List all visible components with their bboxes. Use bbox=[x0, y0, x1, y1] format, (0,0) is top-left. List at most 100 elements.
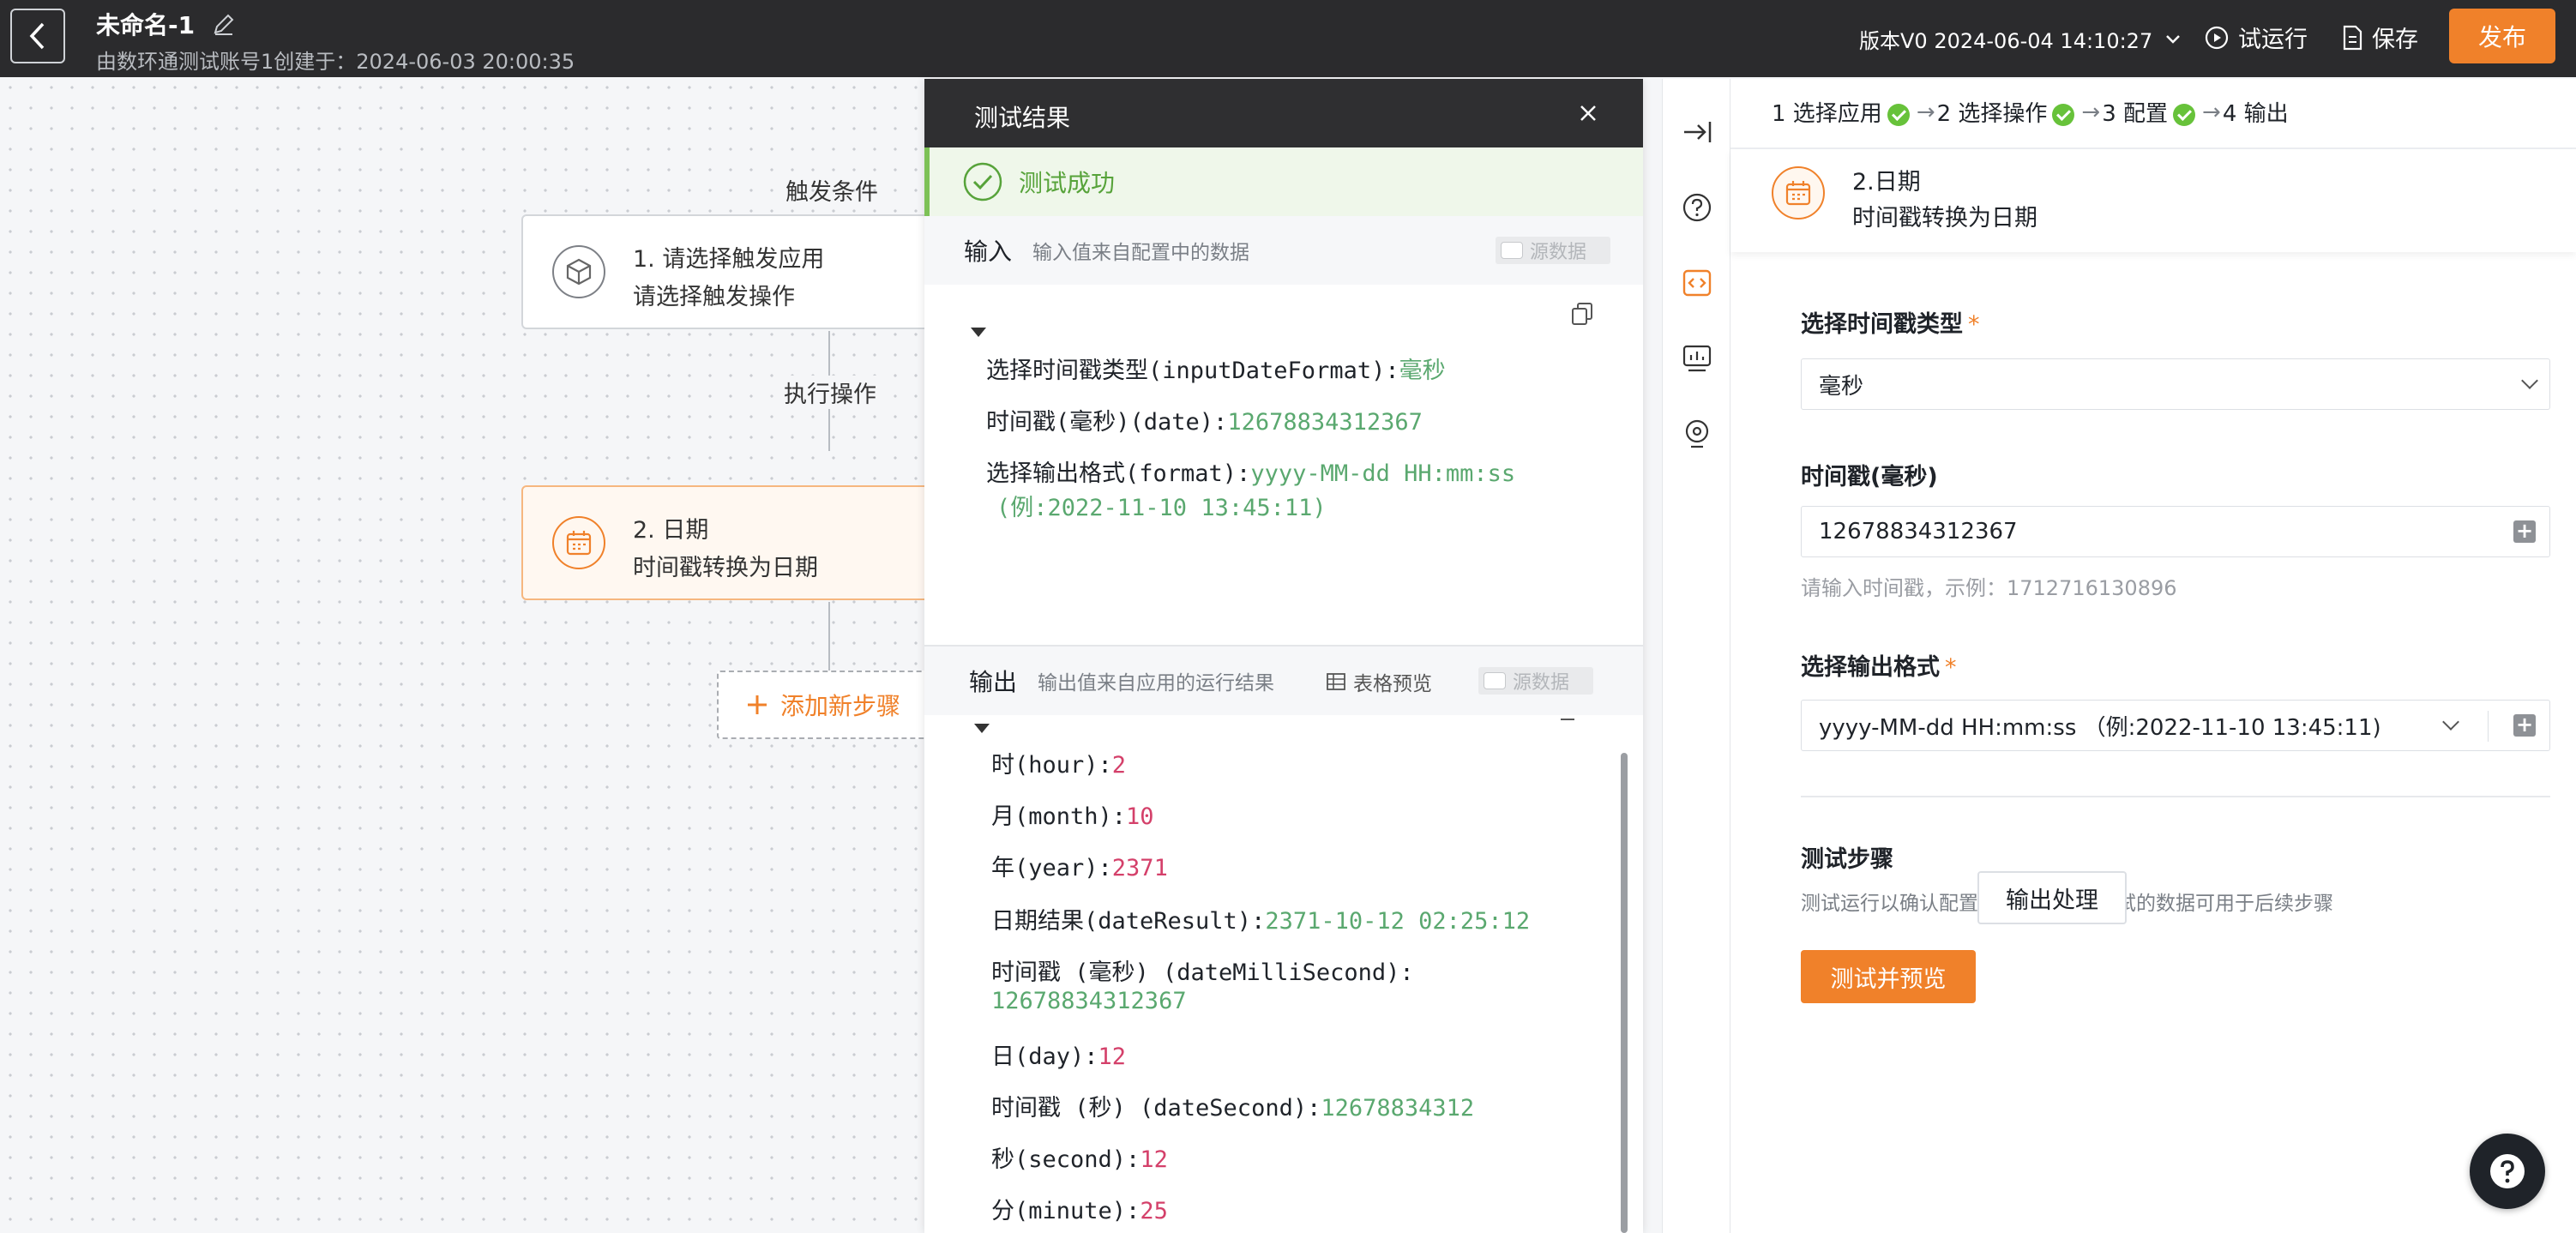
data-field-key: 年(year): bbox=[991, 855, 1112, 881]
step-2[interactable]: 2 选择操作 bbox=[1937, 96, 2080, 128]
data-field-value: 25 bbox=[1140, 1198, 1168, 1224]
date-node-title: 2. 日期 bbox=[633, 517, 709, 544]
calendar-icon bbox=[1772, 166, 1825, 220]
edit-icon[interactable] bbox=[211, 12, 237, 38]
arrow-right-icon: → bbox=[1916, 99, 1935, 125]
data-field-value-line: 12678834312367 bbox=[991, 988, 1187, 1014]
check-icon bbox=[2052, 103, 2075, 126]
data-field-row: 分(minute):25 bbox=[991, 1192, 1168, 1225]
version-label: 版本V0 2024-06-04 14:10:27 bbox=[1859, 29, 2153, 53]
output-format-select[interactable]: yyyy-MM-dd HH:mm:ss （例:2022-11-10 13:45:… bbox=[1801, 700, 2550, 751]
output-format-label-text: 选择输出格式 bbox=[1801, 654, 1940, 681]
data-field-key: 秒(second): bbox=[991, 1146, 1141, 1173]
publish-button[interactable]: 发布 bbox=[2449, 9, 2555, 63]
data-field-value: yyyy-MM-dd HH:mm:ss bbox=[1250, 460, 1516, 487]
divider bbox=[2488, 711, 2489, 742]
save-button[interactable]: 保存 bbox=[2341, 21, 2418, 54]
data-field-row: 年(year):2371 bbox=[991, 849, 1168, 882]
app-creator-info: 由数环通测试账号1创建于：2024-06-03 20:00:35 bbox=[96, 50, 575, 74]
data-field-key: 月(month): bbox=[991, 803, 1127, 830]
data-field-value: 12678834312367 bbox=[1227, 409, 1423, 436]
timestamp-type-label-text: 选择时间戳类型 bbox=[1801, 311, 1963, 338]
cube-icon bbox=[552, 245, 605, 298]
test-preview-button[interactable]: 测试并预览 bbox=[1801, 950, 1976, 1003]
help-button[interactable] bbox=[2470, 1134, 2545, 1209]
play-circle-icon bbox=[2205, 26, 2229, 49]
data-field-row: 月(month):10 bbox=[991, 797, 1154, 831]
data-field-value: 10 bbox=[1126, 803, 1154, 830]
node-subtitle: 时间戳转换为日期 bbox=[1852, 205, 2037, 232]
collapse-panel-icon[interactable] bbox=[1680, 115, 1714, 149]
version-selector[interactable]: 版本V0 2024-06-04 14:10:27 bbox=[1859, 24, 2182, 54]
table-preview-button[interactable]: 表格预览 bbox=[1326, 667, 1432, 696]
output-format-label: 选择输出格式 * bbox=[1801, 648, 1957, 682]
chevron-down-icon bbox=[2521, 372, 2538, 389]
test-run-button[interactable]: 试运行 bbox=[2204, 21, 2308, 54]
input-raw-data-toggle[interactable]: 源数据 bbox=[1496, 237, 1610, 264]
test-result-panel: 测试结果 测试成功 输入 输入值来自配置中的数据 源数据 选择时间戳类型(inp… bbox=[924, 79, 1643, 1233]
back-button[interactable] bbox=[10, 9, 65, 63]
data-field-value: 12678834312367 bbox=[991, 988, 1187, 1014]
timestamp-label: 时间戳(毫秒) bbox=[1801, 464, 1938, 490]
collapse-arrow-icon[interactable] bbox=[971, 328, 986, 337]
timestamp-input[interactable]: 12678834312367 + bbox=[1801, 506, 2550, 557]
insert-variable-icon[interactable]: + bbox=[2513, 520, 2536, 543]
output-scrollbar[interactable] bbox=[1621, 753, 1628, 1233]
data-field-value: 12 bbox=[1140, 1146, 1168, 1173]
copy-icon[interactable] bbox=[1571, 302, 1593, 326]
data-field-key: 时间戳(毫秒)(date): bbox=[986, 409, 1228, 436]
data-field-row: 选择输出格式(format):yyyy-MM-dd HH:mm:ss bbox=[986, 454, 1515, 488]
step-1-label: 1 选择应用 bbox=[1772, 101, 1882, 127]
output-processing-button[interactable]: 输出处理 bbox=[1977, 871, 2127, 924]
timestamp-type-value: 毫秒 bbox=[1819, 373, 1864, 400]
chevron-down-icon bbox=[2166, 34, 2181, 44]
date-node-subtitle: 时间戳转换为日期 bbox=[633, 555, 818, 581]
data-field-row: 时(hour):2 bbox=[991, 746, 1126, 779]
trigger-node-subtitle: 请选择触发操作 bbox=[633, 284, 795, 310]
step-4-label: 4 输出 bbox=[2222, 101, 2289, 127]
add-step-button[interactable]: 添加新步骤 bbox=[717, 671, 924, 739]
data-field-value: 12 bbox=[1098, 1044, 1127, 1070]
output-title: 输出 bbox=[969, 668, 1018, 696]
plus-icon bbox=[748, 695, 767, 714]
data-field-key: 时间戳 (秒) (dateSecond): bbox=[991, 1095, 1321, 1122]
collapse-arrow-icon[interactable] bbox=[974, 724, 990, 733]
required-mark: * bbox=[1968, 311, 1980, 338]
date-node[interactable]: 2. 日期 时间戳转换为日期 bbox=[521, 485, 924, 600]
data-field-row: 秒(second):12 bbox=[991, 1140, 1168, 1174]
top-bar: 未命名-1 由数环通测试账号1创建于：2024-06-03 20:00:35 版… bbox=[0, 0, 2576, 77]
trigger-node[interactable]: 1. 请选择触发应用 请选择触发操作 bbox=[521, 214, 924, 329]
location-pin-icon[interactable] bbox=[1680, 417, 1714, 451]
question-icon bbox=[2490, 1154, 2525, 1188]
code-config-icon[interactable] bbox=[1680, 266, 1714, 300]
collapse-all-icon[interactable] bbox=[1561, 719, 1574, 720]
app-title[interactable]: 未命名-1 bbox=[96, 7, 195, 41]
flow-canvas[interactable]: 触发条件 1. 请选择触发应用 请选择触发操作 执行操作 2. 日期 时间戳转换… bbox=[0, 77, 924, 1233]
input-section-header: 输入 输入值来自配置中的数据 源数据 bbox=[924, 216, 1643, 285]
insert-variable-icon[interactable]: + bbox=[2513, 714, 2536, 737]
step-3-label: 3 配置 bbox=[2102, 101, 2169, 127]
close-icon[interactable] bbox=[1576, 101, 1600, 125]
config-panel: 1 选择应用 → 2 选择操作 → 3 配置 → 4 输出 2.日期 时间戳转换… bbox=[1730, 79, 2576, 1233]
help-circle-icon[interactable] bbox=[1680, 190, 1714, 225]
step-1[interactable]: 1 选择应用 bbox=[1772, 96, 1915, 128]
monitor-chart-icon[interactable] bbox=[1680, 341, 1714, 376]
required-mark: * bbox=[1945, 654, 1957, 681]
output-raw-data-toggle[interactable]: 源数据 bbox=[1478, 667, 1593, 695]
step-3[interactable]: 3 配置 bbox=[2102, 96, 2200, 128]
test-result-title: 测试结果 bbox=[974, 104, 1071, 132]
chevron-down-icon bbox=[2442, 713, 2459, 731]
data-field-row: 时间戳 (毫秒) (dateMilliSecond): bbox=[991, 953, 1414, 987]
side-toolbar bbox=[1662, 79, 1730, 1233]
check-icon bbox=[1887, 103, 1910, 126]
node-info-bar: 2.日期 时间戳转换为日期 bbox=[1730, 149, 2576, 252]
arrow-right-icon: → bbox=[2081, 99, 2101, 125]
data-field-key: 日(day): bbox=[991, 1044, 1098, 1070]
output-desc: 输出值来自应用的运行结果 bbox=[1038, 672, 1275, 695]
save-label: 保存 bbox=[2372, 27, 2418, 53]
data-field-row: 时间戳(毫秒)(date):12678834312367 bbox=[986, 403, 1423, 436]
trigger-condition-label: 触发条件 bbox=[785, 179, 878, 206]
step-4[interactable]: 4 输出 bbox=[2223, 96, 2289, 128]
timestamp-type-select[interactable]: 毫秒 bbox=[1801, 358, 2550, 410]
data-field-key: 日期结果(dateResult): bbox=[991, 908, 1266, 935]
